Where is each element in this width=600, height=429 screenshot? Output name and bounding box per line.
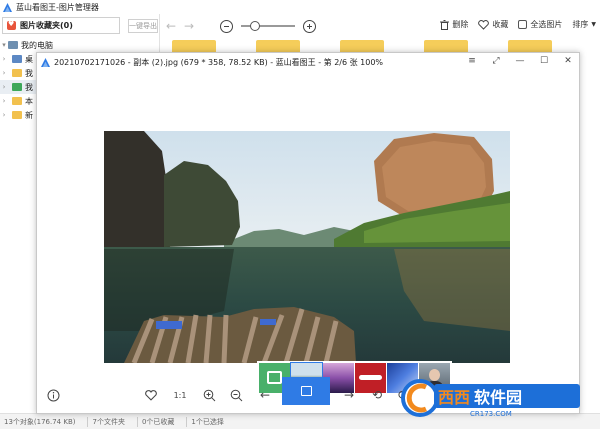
maximize-icon[interactable]: ☐ (539, 56, 549, 66)
chevron-right-icon[interactable]: › (0, 83, 8, 91)
tree-item-label: 我 (25, 68, 33, 78)
fullscreen-icon[interactable]: ⤢ (491, 56, 501, 66)
favorite-button[interactable]: 收藏 (478, 19, 508, 30)
checkbox-icon[interactable] (518, 20, 528, 29)
heart-outline-icon (478, 19, 490, 30)
viewer-titlebar: 20210702171026 - 副本 (2).jpg (679 * 358, … (37, 53, 579, 71)
rotate-left-icon[interactable]: ⟲ (365, 377, 389, 413)
export-button[interactable]: 一键导出 (128, 19, 158, 33)
zoom-out-icon[interactable] (224, 377, 248, 413)
back-arrow-icon[interactable]: ← (162, 19, 180, 33)
slideshow-icon (300, 386, 312, 396)
delete-label: 删除 (452, 20, 469, 29)
status-divider (136, 416, 138, 427)
status-divider (87, 416, 89, 427)
tree-item-label: 我的电脑 (21, 40, 53, 50)
window-controls: ≡ ⤢ — ☐ ✕ (467, 56, 573, 66)
zoom-slider[interactable] (241, 21, 295, 31)
status-divider (186, 416, 188, 427)
status-favorited: 0个已收藏 (141, 417, 175, 426)
actual-size-button[interactable]: 1:1 (168, 377, 192, 413)
menu-icon[interactable]: ≡ (467, 56, 477, 66)
zoom-out-button[interactable] (220, 19, 233, 33)
image-viewer-window: 20210702171026 - 副本 (2).jpg (679 * 358, … (36, 52, 580, 414)
favorites-folder-button[interactable]: 图片收藏夹(0) (2, 17, 120, 34)
main-photo (104, 131, 510, 363)
close-icon[interactable]: ✕ (563, 56, 573, 66)
tree-item-my-computer[interactable]: ▾ 我的电脑 (0, 38, 160, 52)
folder-grid (168, 40, 598, 54)
favorites-label: 图片收藏夹(0) (20, 21, 73, 30)
zoom-in-button[interactable] (303, 19, 316, 33)
sort-label: 排序 (572, 20, 589, 29)
app-logo-icon (41, 57, 50, 67)
sort-dropdown[interactable]: 排序 ▼ (572, 19, 596, 30)
app-logo-icon (3, 2, 12, 12)
forward-arrow-icon[interactable]: → (180, 19, 198, 33)
app-title: 蓝山看图王-图片管理器 (16, 2, 99, 12)
status-folders: 7个文件夹 (92, 417, 125, 426)
slideshow-button[interactable] (282, 377, 330, 405)
svg-text:西西: 西西 (438, 388, 470, 407)
select-all-label: 全选图片 (530, 20, 563, 29)
main-toolbar: ← → 删除 收藏 全选图片 排序 ▼ (162, 14, 600, 38)
next-arrow-icon[interactable]: → (337, 377, 361, 413)
viewer-title: 20210702171026 - 副本 (2).jpg (679 * 358, … (54, 57, 384, 67)
green-folder-icon (12, 83, 22, 91)
zoom-slider-knob[interactable] (249, 21, 260, 31)
toolbar-actions: 删除 收藏 全选图片 排序 ▼ (440, 19, 596, 30)
status-objects: 13个对象(176.74 KB) (4, 417, 76, 426)
site-watermark-logo: 西西 软件园 CR173.COM (401, 379, 580, 418)
status-selected: 1个已选择 (191, 417, 224, 426)
image-canvas[interactable] (37, 71, 579, 395)
document-folder-icon (12, 55, 22, 63)
tree-item-label: 我 (25, 82, 33, 92)
chevron-right-icon[interactable]: › (0, 69, 8, 77)
delete-button[interactable]: 删除 (440, 19, 468, 30)
chevron-right-icon[interactable]: › (0, 111, 8, 119)
chevron-down-icon[interactable]: ▾ (0, 41, 8, 49)
folder-icon (12, 111, 22, 119)
folder-icon (12, 69, 22, 77)
svg-text:CR173.COM: CR173.COM (470, 410, 512, 418)
caret-down-icon: ▼ (591, 21, 596, 28)
folder-icon (12, 97, 22, 105)
chevron-right-icon[interactable]: › (0, 55, 8, 63)
trash-icon (440, 19, 450, 30)
select-all-button[interactable]: 全选图片 (518, 19, 562, 30)
tree-item-label: 桌 (25, 54, 33, 64)
svg-text:软件园: 软件园 (474, 388, 522, 407)
info-icon[interactable] (41, 377, 65, 413)
minimize-icon[interactable]: — (515, 56, 525, 66)
main-titlebar: 蓝山看图王-图片管理器 (0, 0, 600, 14)
heart-outline-icon[interactable] (139, 377, 163, 413)
chevron-right-icon[interactable]: › (0, 97, 8, 105)
zoom-in-icon[interactable] (197, 377, 221, 413)
tree-item-label: 本 (25, 96, 33, 106)
previous-arrow-icon[interactable]: ← (253, 377, 277, 413)
tree-item-label: 新 (25, 110, 33, 120)
computer-icon (8, 41, 18, 49)
favorite-label: 收藏 (492, 20, 509, 29)
favorite-heart-icon (7, 20, 16, 30)
